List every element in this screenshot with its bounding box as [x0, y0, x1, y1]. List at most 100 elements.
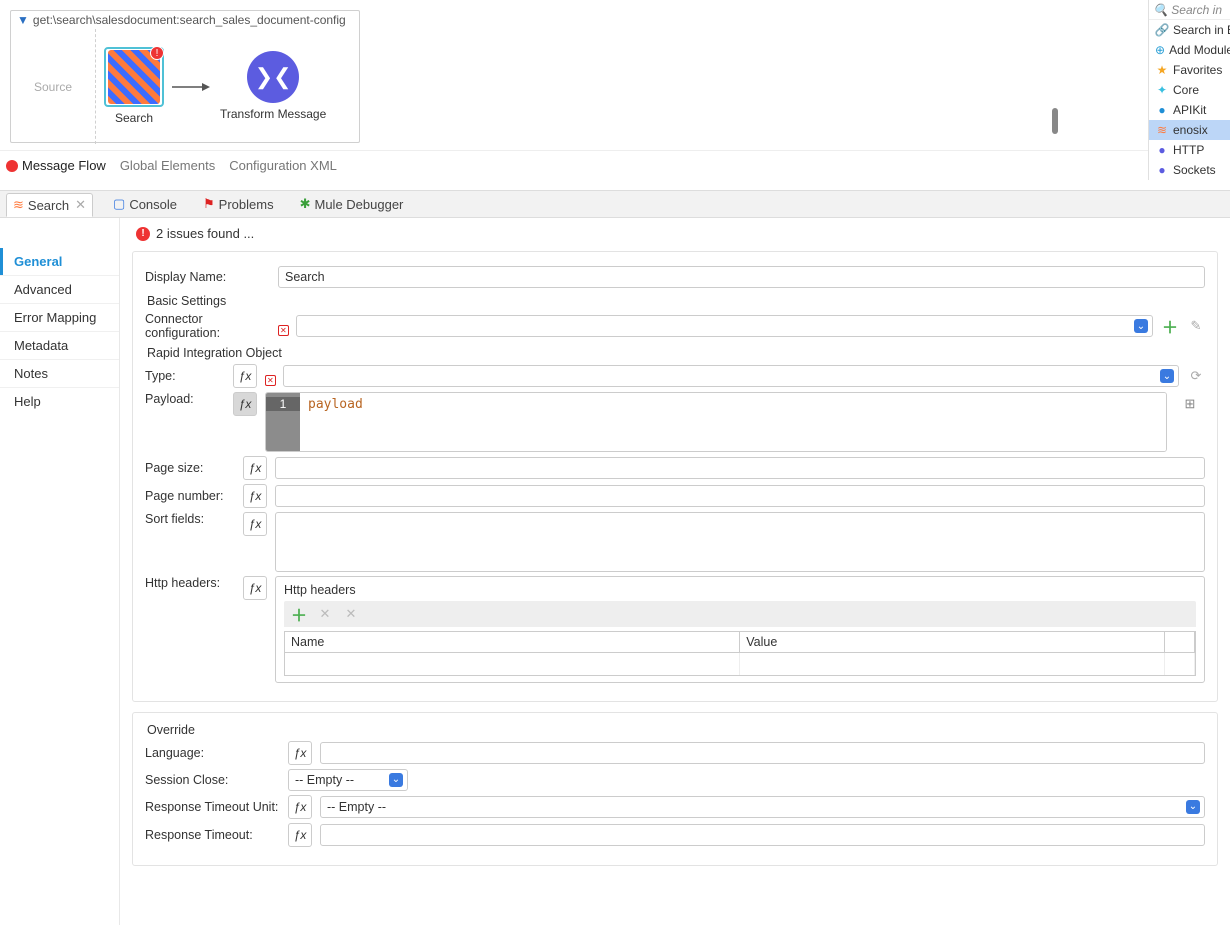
search-node-icon: ! [104, 47, 164, 107]
palette-search-placeholder: Search in [1171, 3, 1222, 17]
enosix-icon: ≋ [13, 197, 24, 213]
properties-panel: GeneralAdvancedError MappingMetadataNote… [0, 218, 1230, 925]
language-row: Language: ƒx [145, 741, 1205, 765]
response-timeout-input[interactable] [320, 824, 1205, 846]
rtu-label: Response Timeout Unit: [145, 800, 280, 814]
fx-button[interactable]: ƒx [288, 823, 312, 847]
payload-row: Payload: ƒx 1 payload ⊞ [145, 392, 1205, 452]
issues-banner[interactable]: ! 2 issues found ... [132, 224, 1218, 251]
fx-button[interactable]: ƒx [243, 484, 267, 508]
fx-button[interactable]: ƒx [243, 456, 267, 480]
side-nav-error-mapping[interactable]: Error Mapping [0, 303, 119, 331]
sort-fields-input[interactable] [275, 512, 1205, 572]
general-panel: Display Name: Basic Settings Connector c… [132, 251, 1218, 702]
http-headers-inner-label: Http headers [284, 583, 1196, 597]
side-nav-general[interactable]: General [0, 248, 119, 275]
close-icon[interactable]: ✕ [75, 197, 86, 213]
scrollbar-thumb[interactable] [1052, 108, 1058, 134]
side-nav-help[interactable]: Help [0, 387, 119, 415]
display-name-input[interactable] [278, 266, 1205, 288]
session-close-label: Session Close: [145, 773, 280, 787]
map-icon[interactable]: ⊞ [1175, 392, 1205, 412]
connector-config-select[interactable]: ⌄ [296, 315, 1153, 337]
clear-headers-button[interactable]: ✕ [342, 605, 360, 623]
palette-item-add-module[interactable]: ⊕Add Module [1149, 40, 1230, 60]
problems-icon: ⚑ [203, 196, 215, 212]
page-size-input[interactable] [275, 457, 1205, 479]
palette-item-search-in-e[interactable]: 🔗Search in E [1149, 20, 1230, 40]
palette-item-enosix[interactable]: ≋enosix [1149, 120, 1230, 140]
fx-button[interactable]: ƒx [243, 576, 267, 600]
search-node[interactable]: ! Search [104, 47, 164, 125]
error-marker-icon [265, 371, 275, 381]
add-header-button[interactable]: ＋ [290, 605, 308, 623]
delete-header-button[interactable]: ✕ [316, 605, 334, 623]
flow-title: ▼ get:\search\salesdocument:search_sales… [11, 11, 359, 29]
source-slot[interactable]: Source [11, 29, 96, 144]
add-config-button[interactable]: ＋ [1161, 317, 1179, 335]
tab-configuration-xml[interactable]: Configuration XML [229, 158, 337, 173]
response-timeout-row: Response Timeout: ƒx [145, 823, 1205, 847]
palette-icon: ● [1155, 103, 1169, 117]
tab-mule-debugger[interactable]: ✱Mule Debugger [294, 193, 410, 215]
palette-search[interactable]: 🔍 Search in [1149, 0, 1230, 20]
type-select[interactable]: ⌄ [283, 365, 1179, 387]
palette-icon: ≋ [1155, 123, 1169, 137]
palette-item-http[interactable]: ●HTTP [1149, 140, 1230, 160]
language-input[interactable] [320, 742, 1205, 764]
tab-search[interactable]: ≋ Search ✕ [6, 193, 93, 217]
override-panel: Override Language: ƒx Session Close: -- … [132, 712, 1218, 866]
palette-item-core[interactable]: ✦Core [1149, 80, 1230, 100]
tab-message-flow[interactable]: Message Flow [6, 158, 106, 173]
palette-icon: ✦ [1155, 83, 1169, 97]
page-number-input[interactable] [275, 485, 1205, 507]
chevron-down-icon: ⌄ [389, 773, 403, 787]
collapse-icon[interactable]: ▼ [17, 13, 29, 27]
search-node-label: Search [115, 111, 153, 125]
error-icon: ! [136, 227, 150, 241]
issues-text: 2 issues found ... [156, 226, 254, 241]
palette-icon: ● [1155, 163, 1169, 177]
transform-node[interactable]: ❯❮ Transform Message [220, 51, 326, 121]
http-headers-label: Http headers: [145, 576, 235, 590]
flow-container[interactable]: ▼ get:\search\salesdocument:search_sales… [10, 10, 360, 143]
side-nav-metadata[interactable]: Metadata [0, 331, 119, 359]
fx-button[interactable]: ƒx [233, 392, 257, 416]
chevron-down-icon: ⌄ [1186, 800, 1200, 814]
edit-config-button[interactable]: ✎ [1187, 317, 1205, 335]
payload-code[interactable]: payload [300, 393, 1166, 451]
bug-icon: ✱ [300, 196, 311, 212]
session-close-select[interactable]: -- Empty -- ⌄ [288, 769, 408, 791]
connector-config-label: Connector configuration: [145, 312, 270, 340]
basic-settings-label: Basic Settings [147, 294, 1205, 308]
palette-item-favorites[interactable]: ★Favorites [1149, 60, 1230, 80]
payload-editor[interactable]: 1 payload [265, 392, 1167, 452]
palette-item-sockets[interactable]: ●Sockets [1149, 160, 1230, 180]
palette-item-apikit[interactable]: ●APIKit [1149, 100, 1230, 120]
fx-button[interactable]: ƒx [288, 741, 312, 765]
rtu-select[interactable]: -- Empty -- ⌄ [320, 796, 1205, 818]
sort-fields-row: Sort fields: ƒx [145, 512, 1205, 572]
refresh-button[interactable]: ⟳ [1187, 367, 1205, 385]
fx-button[interactable]: ƒx [243, 512, 267, 536]
fx-button[interactable]: ƒx [288, 795, 312, 819]
session-close-value: -- Empty -- [295, 773, 354, 787]
chevron-down-icon: ⌄ [1160, 369, 1174, 383]
http-headers-table[interactable]: NameValue [284, 631, 1196, 676]
transform-node-label: Transform Message [220, 107, 326, 121]
fx-button[interactable]: ƒx [233, 364, 257, 388]
tab-console[interactable]: ▢Console [107, 193, 183, 215]
canvas-tabs: Message Flow Global Elements Configurati… [0, 150, 1148, 180]
tab-global-elements[interactable]: Global Elements [120, 158, 215, 173]
side-nav-notes[interactable]: Notes [0, 359, 119, 387]
flow-body: Source ! Search ❯❮ Transform Message [11, 29, 359, 144]
http-headers-box: Http headers ＋ ✕ ✕ NameValue [275, 576, 1205, 683]
connector-config-row: Connector configuration: ⌄ ＋ ✎ [145, 312, 1205, 340]
properties-side-nav: GeneralAdvancedError MappingMetadataNote… [0, 218, 120, 925]
tab-problems[interactable]: ⚑Problems [197, 193, 280, 215]
type-label: Type: [145, 369, 225, 383]
side-nav-advanced[interactable]: Advanced [0, 275, 119, 303]
arrow-icon [172, 80, 212, 94]
flow-title-text: get:\search\salesdocument:search_sales_d… [33, 13, 346, 27]
display-name-row: Display Name: [145, 266, 1205, 288]
